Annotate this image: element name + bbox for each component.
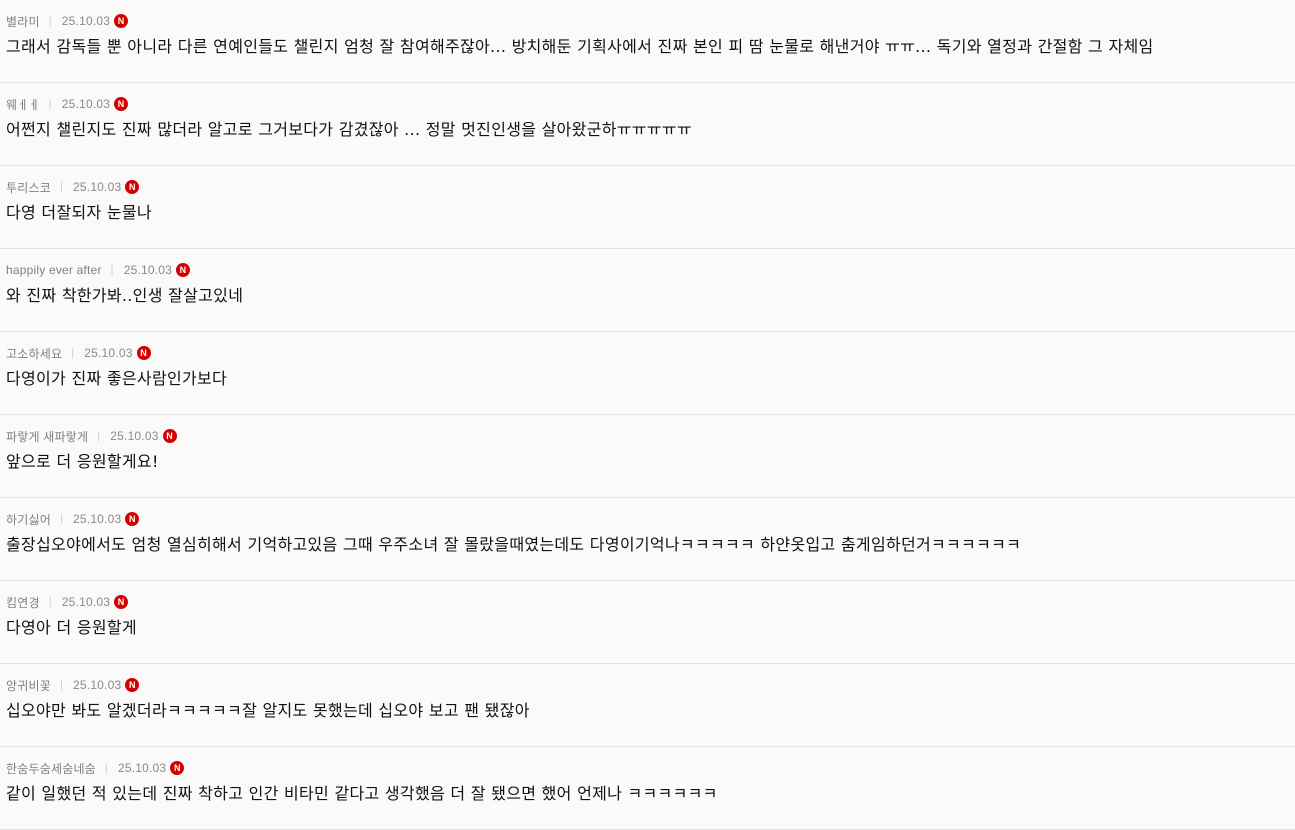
meta-divider: | [59,513,64,525]
author-name[interactable]: happily ever after [6,263,102,277]
comment-date: 25.10.03 [123,263,173,277]
new-badge-icon: N [114,14,129,28]
new-badge-icon: N [125,180,140,194]
new-badge-icon: N [170,761,185,775]
author-name[interactable]: 하기싫어 [6,511,51,528]
meta-divider: | [48,596,52,608]
comment-date: 25.10.03 [73,512,122,526]
comment-date: 25.10.03 [61,595,111,609]
comment-date: 25.10.03 [73,180,122,194]
meta-divider: | [59,181,64,193]
comment-meta: 별라미 | 25.10.03 N [6,13,1295,29]
comment-meta: 고소하세요 | 25.10.03 N [6,345,1295,361]
meta-divider: | [97,430,101,442]
author-name[interactable]: 별라미 [6,13,40,30]
author-name[interactable]: 투리스코 [6,179,51,196]
comment-item: 한숨두숨세숨네숨 | 25.10.03 N 같이 일했던 적 있는데 진짜 착하… [0,747,1295,830]
comment-text: 어쩐지 챌린지도 진짜 많더라 알고로 그거보다가 감겼잖아 ... 정말 멋진… [6,120,692,139]
comment-text: 출장십오야에서도 엄청 열심히해서 기억하고있음 그때 우주소녀 잘 몰랐을때였… [6,535,1022,554]
comment-meta: 하기싫어 | 25.10.03 N [6,511,1295,527]
new-badge-icon: N [162,429,177,443]
comment-date: 25.10.03 [117,761,167,775]
meta-divider: | [104,762,108,774]
new-badge-icon: N [176,263,191,277]
comment-text: 그래서 감독들 뿐 아니라 다른 연예인들도 챌린지 엄청 잘 참여해주잖아..… [6,37,1154,56]
comment-item: 파랗게 새파랗게 | 25.10.03 N 앞으로 더 응원할게요! [0,415,1295,498]
comment-text: 와 진짜 착한가봐..인생 잘살고있네 [6,286,244,305]
author-name[interactable]: 웨ㅔㅔ [6,96,40,113]
comment-meta: 투리스코 | 25.10.03 N [6,179,1295,195]
comment-date: 25.10.03 [61,14,111,28]
comment-item: 별라미 | 25.10.03 N 그래서 감독들 뿐 아니라 다른 연예인들도 … [0,0,1295,83]
author-name[interactable]: 한숨두숨세숨네숨 [6,760,96,777]
comment-text: 다영아 더 응원할게 [6,618,137,637]
comment-item: 킴연경 | 25.10.03 N 다영아 더 응원할게 [0,581,1295,664]
comment-list: 별라미 | 25.10.03 N 그래서 감독들 뿐 아니라 다른 연예인들도 … [0,0,1295,830]
meta-divider: | [59,679,64,691]
new-badge-icon: N [125,678,140,692]
comment-meta: 킴연경 | 25.10.03 N [6,594,1295,610]
meta-divider: | [48,98,52,110]
comment-meta: 파랗게 새파랗게 | 25.10.03 N [6,428,1295,444]
comment-date: 25.10.03 [61,97,111,111]
meta-divider: | [110,264,114,276]
meta-divider: | [48,15,52,27]
new-badge-icon: N [125,512,140,526]
comment-item: 하기싫어 | 25.10.03 N 출장십오야에서도 엄청 열심히해서 기억하고… [0,498,1295,581]
comment-item: 앙귀비꽃 | 25.10.03 N 십오야만 봐도 알겠더라ㅋㅋㅋㅋㅋ잘 알지도… [0,664,1295,747]
comment-text: 다영 더잘되자 눈물나 [6,203,152,222]
comment-item: 웨ㅔㅔ | 25.10.03 N 어쩐지 챌린지도 진짜 많더라 알고로 그거보… [0,83,1295,166]
meta-divider: | [71,347,75,359]
comment-date: 25.10.03 [110,429,159,443]
comment-text: 다영이가 진짜 좋은사람인가보다 [6,369,228,388]
comment-text: 같이 일했던 적 있는데 진짜 착하고 인간 비타민 같다고 생각했음 더 잘 … [6,784,718,803]
comment-item: happily ever after | 25.10.03 N 와 진짜 착한가… [0,249,1295,332]
comment-date: 25.10.03 [84,346,133,360]
comment-text: 십오야만 봐도 알겠더라ㅋㅋㅋㅋㅋ잘 알지도 못했는데 십오야 보고 팬 됐잖아 [6,701,530,720]
author-name[interactable]: 킴연경 [6,594,40,611]
comment-meta: 한숨두숨세숨네숨 | 25.10.03 N [6,760,1295,776]
comment-date: 25.10.03 [73,678,122,692]
author-name[interactable]: 파랗게 새파랗게 [6,428,88,445]
comment-text: 앞으로 더 응원할게요! [6,452,159,471]
author-name[interactable]: 고소하세요 [6,345,62,362]
comment-meta: happily ever after | 25.10.03 N [6,262,1295,278]
new-badge-icon: N [136,346,151,360]
comment-meta: 앙귀비꽃 | 25.10.03 N [6,677,1295,693]
new-badge-icon: N [114,97,129,111]
new-badge-icon: N [114,595,129,609]
author-name[interactable]: 앙귀비꽃 [6,677,51,694]
comment-meta: 웨ㅔㅔ | 25.10.03 N [6,96,1295,112]
comment-item: 투리스코 | 25.10.03 N 다영 더잘되자 눈물나 [0,166,1295,249]
comment-item: 고소하세요 | 25.10.03 N 다영이가 진짜 좋은사람인가보다 [0,332,1295,415]
